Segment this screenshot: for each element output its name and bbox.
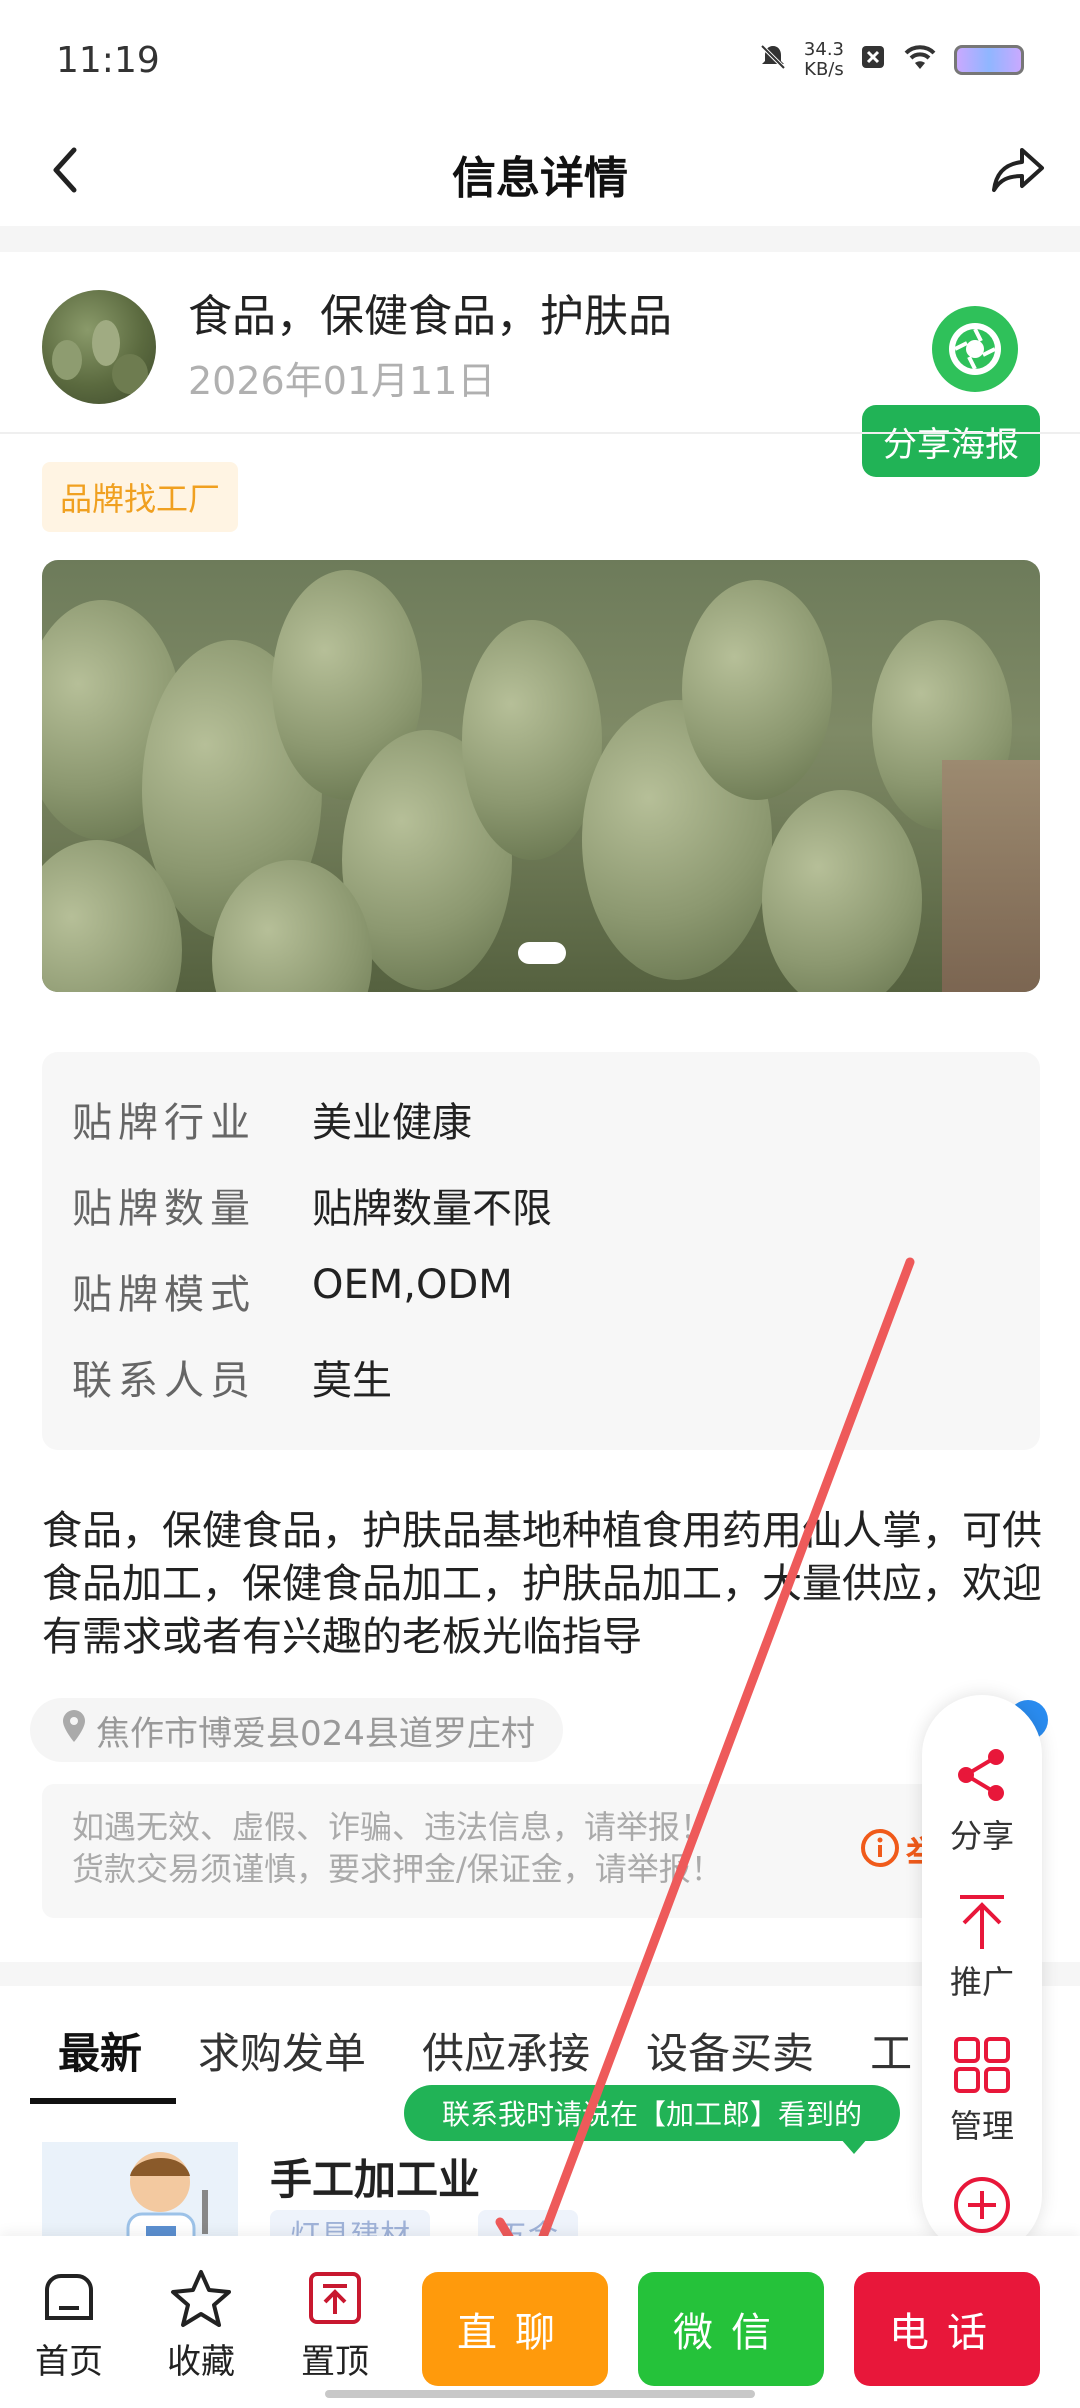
nav-favorite-button[interactable]: 收藏 [146,2266,256,2383]
tab-underline [30,2098,176,2104]
tab-purchase[interactable]: 求购发单 [170,2020,394,2100]
home-indicator[interactable] [325,2390,755,2398]
section-divider [0,1962,1080,1986]
wifi-icon [902,43,938,77]
wechat-button[interactable]: 微信 [638,2272,824,2386]
nav-favorite-label: 收藏 [167,2342,235,2382]
page-title: 信息详情 [452,153,628,204]
post-title: 食品，保健食品，护肤品 [188,291,672,342]
info-key: 贴牌模式 [72,1272,256,1318]
plus-circle-icon [952,2175,1012,2235]
contact-hint-banner: 联系我时请说在【加工郎】看到的 [404,2085,900,2141]
info-row: 贴牌行业 美业健康 [72,1090,472,1148]
product-photo[interactable] [42,560,1040,992]
category-tag: 品牌找工厂 [42,462,239,532]
banner-tail [840,2138,868,2154]
info-box: 贴牌行业 美业健康 贴牌数量 贴牌数量不限 贴牌模式 OEM,ODM 联系人员 莫生 [42,1052,1040,1450]
battery-icon [954,45,1024,75]
info-key: 贴牌行业 [72,1100,256,1146]
status-time: 11:19 [56,40,160,81]
share-poster-button[interactable]: 分享海报 [862,405,1040,477]
info-value: 美业健康 [312,1100,472,1146]
nav-top-button[interactable]: 置顶 [280,2266,390,2383]
location-pin-icon [60,1708,88,1753]
mute-bell-icon [758,42,788,78]
pin-top-icon [280,2266,390,2330]
divider [0,432,1080,434]
star-icon [146,2266,256,2330]
side-share-button[interactable]: 分享 [922,1745,1042,1857]
grid-icon [952,2035,1012,2095]
side-add-button[interactable] [922,2175,1042,2241]
tab-latest[interactable]: 最新 [30,2020,170,2100]
speed-value: 34.3 [803,39,844,60]
camera-shutter-icon[interactable] [932,306,1018,392]
carousel-indicator[interactable] [518,942,566,964]
avatar [42,290,156,404]
arrow-up-icon [952,1891,1012,1951]
network-speed: 34.3 KB/s [804,40,844,80]
info-row: 联系人员 莫生 [72,1348,392,1406]
side-manage-button[interactable]: 管理 [922,2035,1042,2147]
nav-top-label: 置顶 [301,2342,369,2382]
info-row: 贴牌模式 OEM,ODM [72,1262,513,1320]
address-pill[interactable]: 焦作市博爱县024县道罗庄村 [30,1698,563,1762]
phone-button[interactable]: 电话 [854,2272,1040,2386]
sim-icon [860,44,886,76]
chat-button[interactable]: 直聊 [422,2272,608,2386]
nav-bar: 信息详情 [0,120,1080,226]
side-promote-label: 推广 [949,1963,1014,2001]
info-value: OEM,ODM [312,1262,513,1308]
info-key: 联系人员 [72,1358,256,1404]
side-manage-label: 管理 [949,2107,1014,2145]
info-circle-icon [860,1828,900,1877]
side-promote-button[interactable]: 推广 [922,1891,1042,2003]
info-key: 贴牌数量 [72,1186,256,1232]
speed-unit: KB/s [804,59,844,80]
description: 食品，保健食品，护肤品基地种植食用药用仙人掌，可供食品加工，保健食品加工，护肤品… [42,1508,1042,1660]
share-forward-icon[interactable] [986,138,1050,206]
side-share-label: 分享 [949,1817,1014,1855]
post-date: 2026年01月11日 [188,359,496,403]
info-value: 莫生 [312,1358,392,1404]
address-text: 焦作市博爱县024县道罗庄村 [96,1713,535,1754]
nav-home-button[interactable]: 首页 [14,2266,124,2383]
nav-home-label: 首页 [35,2342,103,2382]
status-bar: 11:19 34.3 KB/s [0,0,1080,120]
list-item-title: 手工加工业 [270,2155,481,2204]
home-icon [14,2266,124,2330]
bottom-action-bar: 首页 收藏 置顶 直聊 微信 电话 [0,2236,1080,2408]
floating-side-menu: 分享 推广 管理 [922,1695,1042,2255]
share-nodes-icon [952,1745,1012,1805]
section-divider [0,226,1080,252]
status-icons: 34.3 KB/s [758,40,1024,80]
info-value: 贴牌数量不限 [312,1186,552,1232]
info-row: 贴牌数量 贴牌数量不限 [72,1176,552,1234]
